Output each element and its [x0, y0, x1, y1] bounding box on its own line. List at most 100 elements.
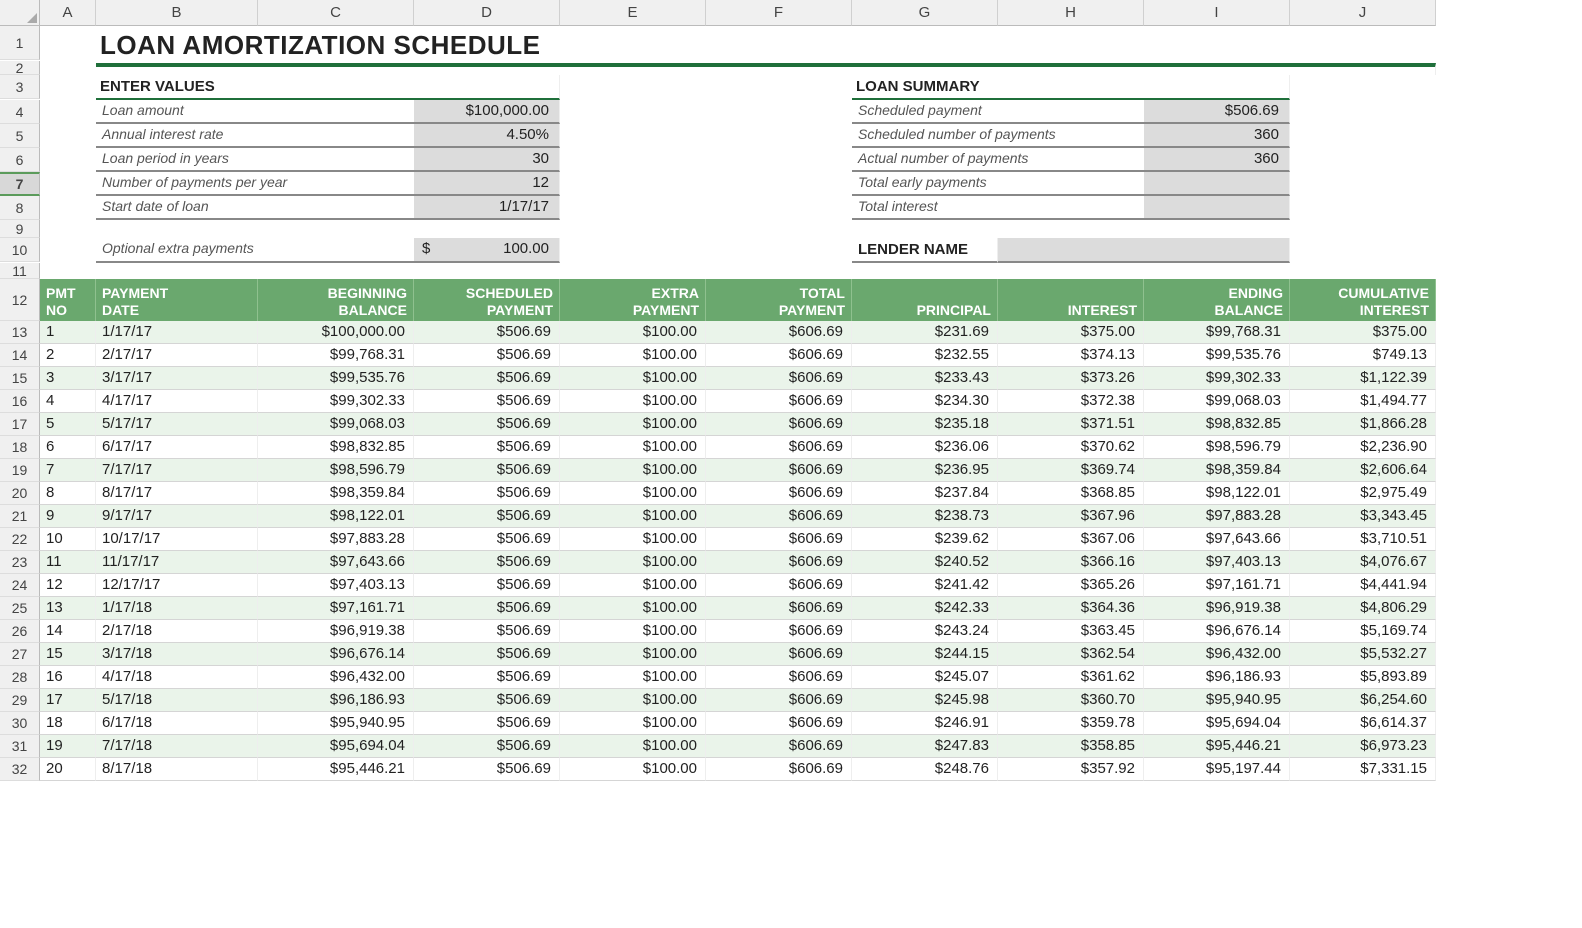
table-cell[interactable]: 10/17/17: [96, 528, 258, 551]
table-cell[interactable]: $606.69: [706, 643, 852, 666]
row-header-6[interactable]: 6: [0, 148, 40, 172]
row-header-13[interactable]: 13: [0, 321, 40, 344]
table-cell[interactable]: 20: [40, 758, 96, 781]
row-header-16[interactable]: 16: [0, 390, 40, 413]
table-cell[interactable]: $245.98: [852, 689, 998, 712]
table-cell[interactable]: $99,302.33: [258, 390, 414, 413]
table-cell[interactable]: $97,161.71: [258, 597, 414, 620]
table-cell[interactable]: $237.84: [852, 482, 998, 505]
table-cell[interactable]: $99,302.33: [1144, 367, 1290, 390]
row-header-29[interactable]: 29: [0, 689, 40, 712]
table-cell[interactable]: $96,432.00: [258, 666, 414, 689]
table-cell[interactable]: $361.62: [998, 666, 1144, 689]
table-cell[interactable]: $233.43: [852, 367, 998, 390]
table-cell[interactable]: $360.70: [998, 689, 1144, 712]
table-cell[interactable]: $506.69: [414, 528, 560, 551]
table-cell[interactable]: $373.26: [998, 367, 1144, 390]
table-cell[interactable]: $358.85: [998, 735, 1144, 758]
row-header-14[interactable]: 14: [0, 344, 40, 367]
column-header-g[interactable]: G: [852, 0, 998, 26]
table-cell[interactable]: $506.69: [414, 344, 560, 367]
table-cell[interactable]: $364.36: [998, 597, 1144, 620]
row-header-30[interactable]: 30: [0, 712, 40, 735]
table-cell[interactable]: $606.69: [706, 551, 852, 574]
table-cell[interactable]: 8/17/17: [96, 482, 258, 505]
lender-name-value[interactable]: [998, 238, 1290, 263]
table-cell[interactable]: $100.00: [560, 574, 706, 597]
table-cell[interactable]: 4/17/17: [96, 390, 258, 413]
extra-payments-value[interactable]: $100.00: [414, 238, 560, 263]
table-cell[interactable]: $100.00: [560, 528, 706, 551]
enter-values-value-2[interactable]: 30: [414, 148, 560, 172]
table-cell[interactable]: $3,710.51: [1290, 528, 1436, 551]
column-header-j[interactable]: J: [1290, 0, 1436, 26]
table-cell[interactable]: $506.69: [414, 367, 560, 390]
table-cell[interactable]: $98,832.85: [1144, 413, 1290, 436]
row-header-11[interactable]: 11: [0, 263, 40, 279]
table-cell[interactable]: $506.69: [414, 712, 560, 735]
table-cell[interactable]: 15: [40, 643, 96, 666]
table-cell[interactable]: $238.73: [852, 505, 998, 528]
table-cell[interactable]: 7/17/18: [96, 735, 258, 758]
table-cell[interactable]: $95,446.21: [1144, 735, 1290, 758]
enter-values-value-0[interactable]: $100,000.00: [414, 100, 560, 124]
row-header-22[interactable]: 22: [0, 528, 40, 551]
cell[interactable]: [40, 124, 96, 148]
column-header-f[interactable]: F: [706, 0, 852, 26]
table-cell[interactable]: $96,919.38: [258, 620, 414, 643]
table-cell[interactable]: $100.00: [560, 689, 706, 712]
table-cell[interactable]: $100.00: [560, 344, 706, 367]
row-header-28[interactable]: 28: [0, 666, 40, 689]
table-cell[interactable]: $375.00: [998, 321, 1144, 344]
row-header-7[interactable]: 7: [0, 172, 40, 196]
cell[interactable]: [1290, 148, 1436, 172]
table-cell[interactable]: $506.69: [414, 436, 560, 459]
table-cell[interactable]: 3: [40, 367, 96, 390]
table-cell[interactable]: $235.18: [852, 413, 998, 436]
table-cell[interactable]: $6,254.60: [1290, 689, 1436, 712]
table-cell[interactable]: $506.69: [414, 735, 560, 758]
table-cell[interactable]: $239.62: [852, 528, 998, 551]
row-header-3[interactable]: 3: [0, 75, 40, 99]
table-cell[interactable]: $236.06: [852, 436, 998, 459]
table-cell[interactable]: $606.69: [706, 528, 852, 551]
table-cell[interactable]: $95,694.04: [258, 735, 414, 758]
table-cell[interactable]: $241.42: [852, 574, 998, 597]
table-cell[interactable]: $98,832.85: [258, 436, 414, 459]
table-cell[interactable]: $100.00: [560, 413, 706, 436]
cell[interactable]: [40, 100, 96, 124]
cell[interactable]: [560, 75, 852, 99]
table-cell[interactable]: $506.69: [414, 505, 560, 528]
enter-values-value-1[interactable]: 4.50%: [414, 124, 560, 148]
table-cell[interactable]: 12: [40, 574, 96, 597]
table-cell[interactable]: $506.69: [414, 643, 560, 666]
cell[interactable]: [40, 148, 96, 172]
cell[interactable]: [560, 124, 852, 148]
table-cell[interactable]: $606.69: [706, 620, 852, 643]
table-cell[interactable]: 18: [40, 712, 96, 735]
table-cell[interactable]: $2,975.49: [1290, 482, 1436, 505]
table-cell[interactable]: $367.06: [998, 528, 1144, 551]
enter-values-value-3[interactable]: 12: [414, 172, 560, 196]
table-cell[interactable]: $506.69: [414, 413, 560, 436]
table-cell[interactable]: 3/17/17: [96, 367, 258, 390]
table-cell[interactable]: $247.83: [852, 735, 998, 758]
select-all-corner[interactable]: [0, 0, 40, 26]
table-cell[interactable]: $100,000.00: [258, 321, 414, 344]
table-cell[interactable]: $375.00: [1290, 321, 1436, 344]
table-cell[interactable]: $97,643.66: [1144, 528, 1290, 551]
table-cell[interactable]: $100.00: [560, 321, 706, 344]
row-header-19[interactable]: 19: [0, 459, 40, 482]
table-cell[interactable]: $231.69: [852, 321, 998, 344]
table-cell[interactable]: $97,883.28: [258, 528, 414, 551]
column-header-b[interactable]: B: [96, 0, 258, 26]
table-cell[interactable]: 9: [40, 505, 96, 528]
row-header-18[interactable]: 18: [0, 436, 40, 459]
table-cell[interactable]: $4,441.94: [1290, 574, 1436, 597]
table-cell[interactable]: $98,596.79: [1144, 436, 1290, 459]
enter-values-value-4[interactable]: 1/17/17: [414, 196, 560, 220]
table-cell[interactable]: $98,596.79: [258, 459, 414, 482]
table-cell[interactable]: 6/17/17: [96, 436, 258, 459]
table-header[interactable]: SCHEDULEDPAYMENT: [414, 279, 560, 321]
table-cell[interactable]: $506.69: [414, 482, 560, 505]
